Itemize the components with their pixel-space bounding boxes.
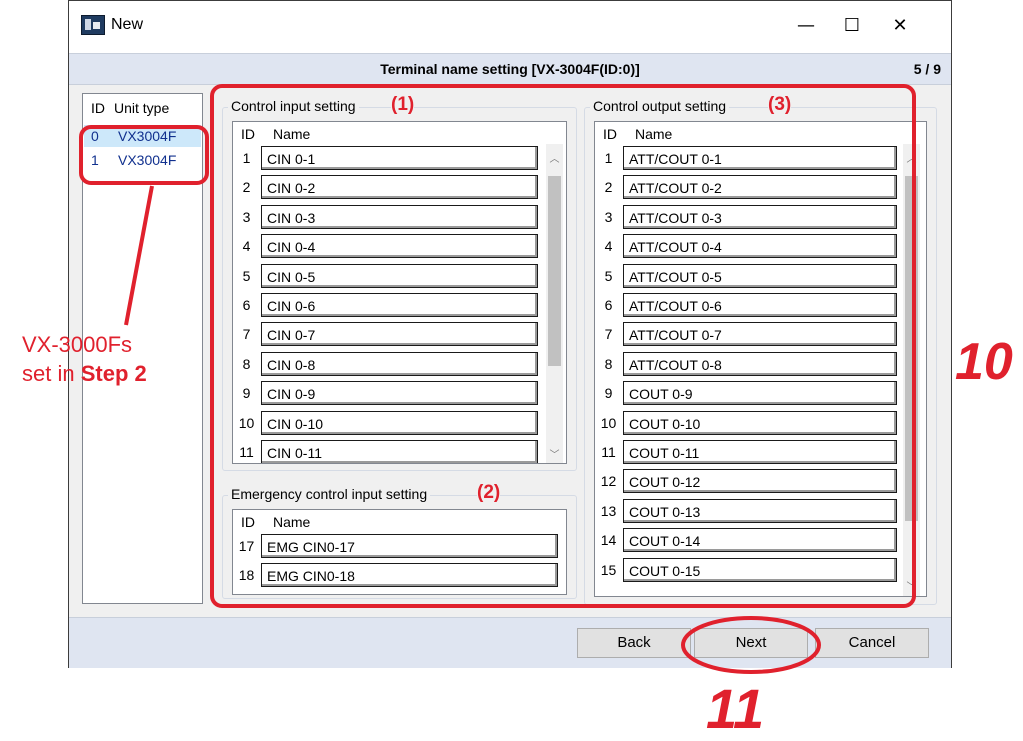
note-prefix: set in [22,361,81,386]
step-10-label: 10 [955,333,1013,391]
step-11-label: 11 [706,677,765,740]
note-bold: Step 2 [80,361,147,386]
note-line-1: VX-3000Fs [22,332,133,357]
annotation-note: VX-3000Fs set in Step 2 [22,330,147,388]
annotation-layer [124,185,821,674]
highlight-ellipse-next [681,616,821,674]
leader-line [124,185,154,326]
note-line-2: set in Step 2 [22,359,147,388]
